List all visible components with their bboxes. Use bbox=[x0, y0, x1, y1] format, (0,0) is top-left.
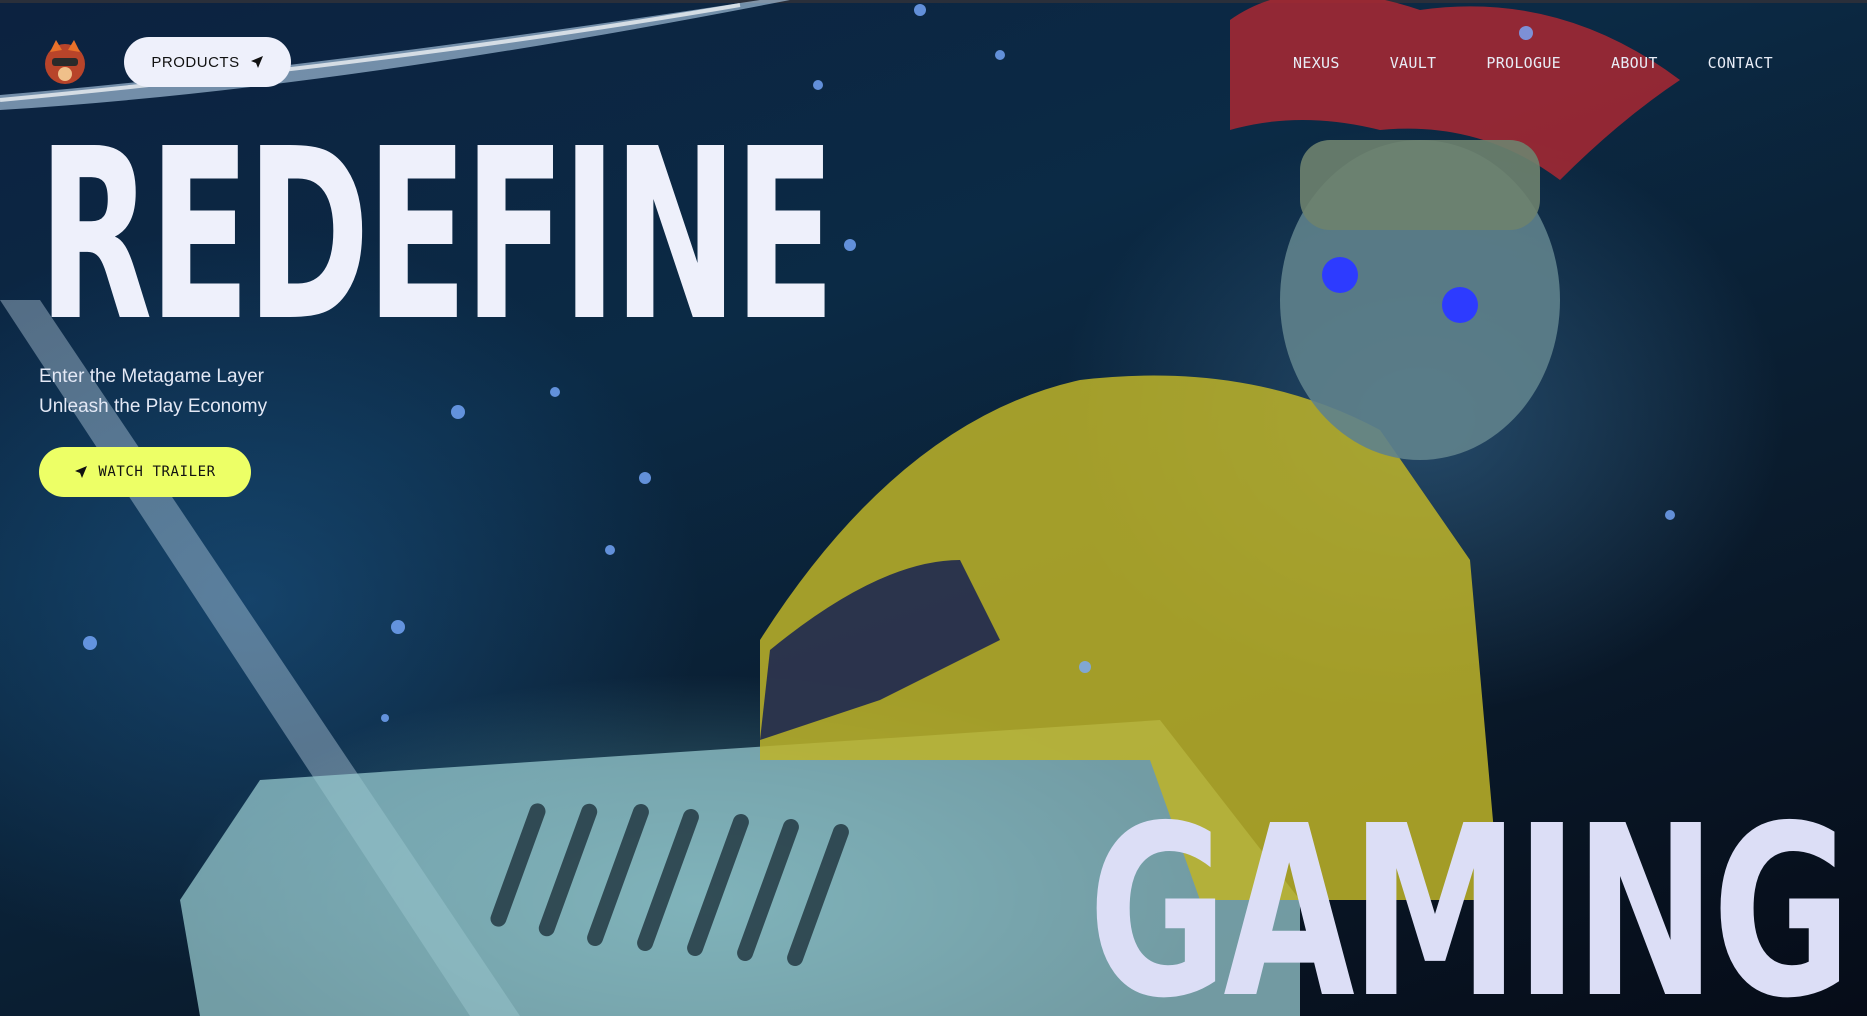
watch-trailer-label: WATCH TRAILER bbox=[98, 464, 216, 480]
send-arrow-icon bbox=[75, 466, 88, 478]
fox-mascot-logo-icon[interactable] bbox=[42, 38, 88, 86]
hero-subtitle-line-1: Enter the Metagame Layer bbox=[39, 366, 264, 387]
watch-trailer-button[interactable]: WATCH TRAILER bbox=[39, 447, 251, 497]
hero-title-bottom: GAMING bbox=[1087, 775, 1851, 1016]
hero-title-top: REDEFINE bbox=[38, 98, 835, 373]
products-button-label: PRODUCTS bbox=[151, 53, 240, 71]
nav-link-prologue[interactable]: PROLOGUE bbox=[1486, 54, 1561, 72]
products-button[interactable]: PRODUCTS bbox=[124, 37, 291, 87]
nav-link-vault[interactable]: VAULT bbox=[1390, 54, 1437, 72]
nav-link-contact[interactable]: CONTACT bbox=[1708, 54, 1773, 72]
hero-subtitle-line-2: Unleash the Play Economy bbox=[39, 396, 268, 417]
nav-link-about[interactable]: ABOUT bbox=[1611, 54, 1658, 72]
main-nav: NEXUS VAULT PROLOGUE ABOUT CONTACT bbox=[1293, 54, 1773, 72]
send-arrow-icon bbox=[250, 56, 263, 68]
hero-subtitle: Enter the Metagame Layer Unleash the Pla… bbox=[39, 362, 267, 422]
nav-link-nexus[interactable]: NEXUS bbox=[1293, 54, 1340, 72]
hero-section: PRODUCTS NEXUS VAULT PROLOGUE ABOUT CONT… bbox=[0, 0, 1867, 1016]
